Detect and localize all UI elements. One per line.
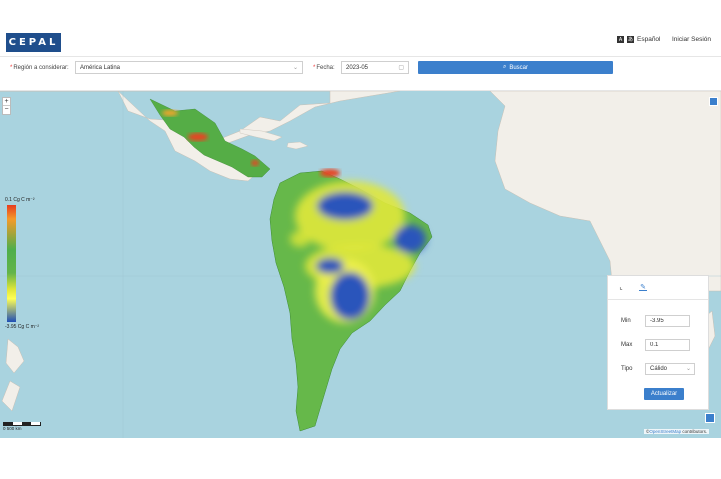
type-select-value: Cálido — [650, 366, 668, 372]
zoom-control: + − — [2, 97, 11, 115]
osm-link[interactable]: OpenStreetMap — [649, 429, 681, 434]
header-divider — [0, 56, 721, 57]
language-label: Español — [637, 36, 661, 43]
language-switcher[interactable]: A あ Español — [617, 36, 661, 43]
hispaniola-island — [286, 141, 309, 150]
scale-label: 0 500 km — [3, 426, 22, 431]
calendar-icon: ▢ — [398, 65, 404, 71]
legend-color-bar — [7, 205, 16, 322]
legend-max-label: 0.1 Cg C m⁻² — [5, 197, 35, 203]
update-button[interactable]: Actualizar — [644, 388, 684, 400]
min-label: Min — [621, 318, 631, 324]
translate-icon: A — [617, 36, 624, 43]
hotspot — [162, 110, 178, 116]
date-input-value: 2023-05 — [346, 65, 369, 71]
zoom-out-button[interactable]: − — [3, 106, 10, 114]
chevron-down-icon: ⌄ — [685, 366, 691, 372]
type-label: Tipo — [621, 366, 633, 372]
translate-icon-2: あ — [627, 36, 634, 43]
map-attribution: ©OpenStreetMap contributors. — [644, 429, 710, 434]
chevron-down-icon: ⌄ — [292, 65, 298, 71]
hotspot — [320, 169, 340, 177]
date-input[interactable]: 2023-05 ▢ — [341, 61, 409, 74]
date-label: *Fecha: — [313, 65, 335, 71]
hotspot — [251, 160, 259, 166]
color-legend: 0.1 Cg C m⁻² -3.95 Cg C m⁻² — [0, 197, 50, 330]
attribution-suffix: contributors. — [681, 429, 708, 434]
paint-brush-tab-icon[interactable]: ✎ — [639, 283, 647, 291]
new-zealand-land — [1, 338, 25, 412]
search-button[interactable]: ⌕ Buscar — [418, 61, 613, 74]
top-bar — [0, 28, 721, 56]
layer-settings-panel: ⌞ ✎ Min Max Tipo Cálido ⌄ Actualizar — [607, 275, 709, 410]
app-window: { "header": { "logo_text": "CEPAL", "lan… — [0, 0, 721, 479]
region-select-value: América Latina — [80, 65, 121, 71]
region-label-text: Región a considerar — [13, 65, 68, 71]
legend-min-label: -3.95 Cg C m⁻² — [5, 324, 40, 330]
min-input[interactable] — [645, 315, 690, 327]
cepal-logo[interactable]: CEPAL — [6, 33, 61, 52]
date-label-text: Fecha — [316, 65, 334, 71]
region-select[interactable]: América Latina ⌄ — [75, 61, 303, 74]
search-icon: ⌕ — [502, 64, 507, 70]
logo-text: CEPAL — [8, 37, 59, 48]
zoom-in-button[interactable]: + — [3, 98, 10, 106]
region-label: *Región a considerar: — [10, 65, 69, 71]
type-select[interactable]: Cálido ⌄ — [645, 363, 695, 375]
chart-tab-icon[interactable]: ⌞ — [617, 283, 625, 291]
max-label: Max — [621, 342, 633, 348]
panel-tabs: ⌞ ✎ — [608, 276, 708, 300]
search-button-label: Buscar — [509, 64, 529, 71]
max-input[interactable] — [645, 339, 690, 351]
login-link[interactable]: Iniciar Sesión — [672, 36, 711, 43]
hotspot — [188, 133, 208, 141]
scale-bar: 0 500 km — [3, 422, 41, 431]
fullscreen-icon[interactable] — [709, 97, 718, 106]
layers-icon[interactable] — [705, 413, 715, 423]
